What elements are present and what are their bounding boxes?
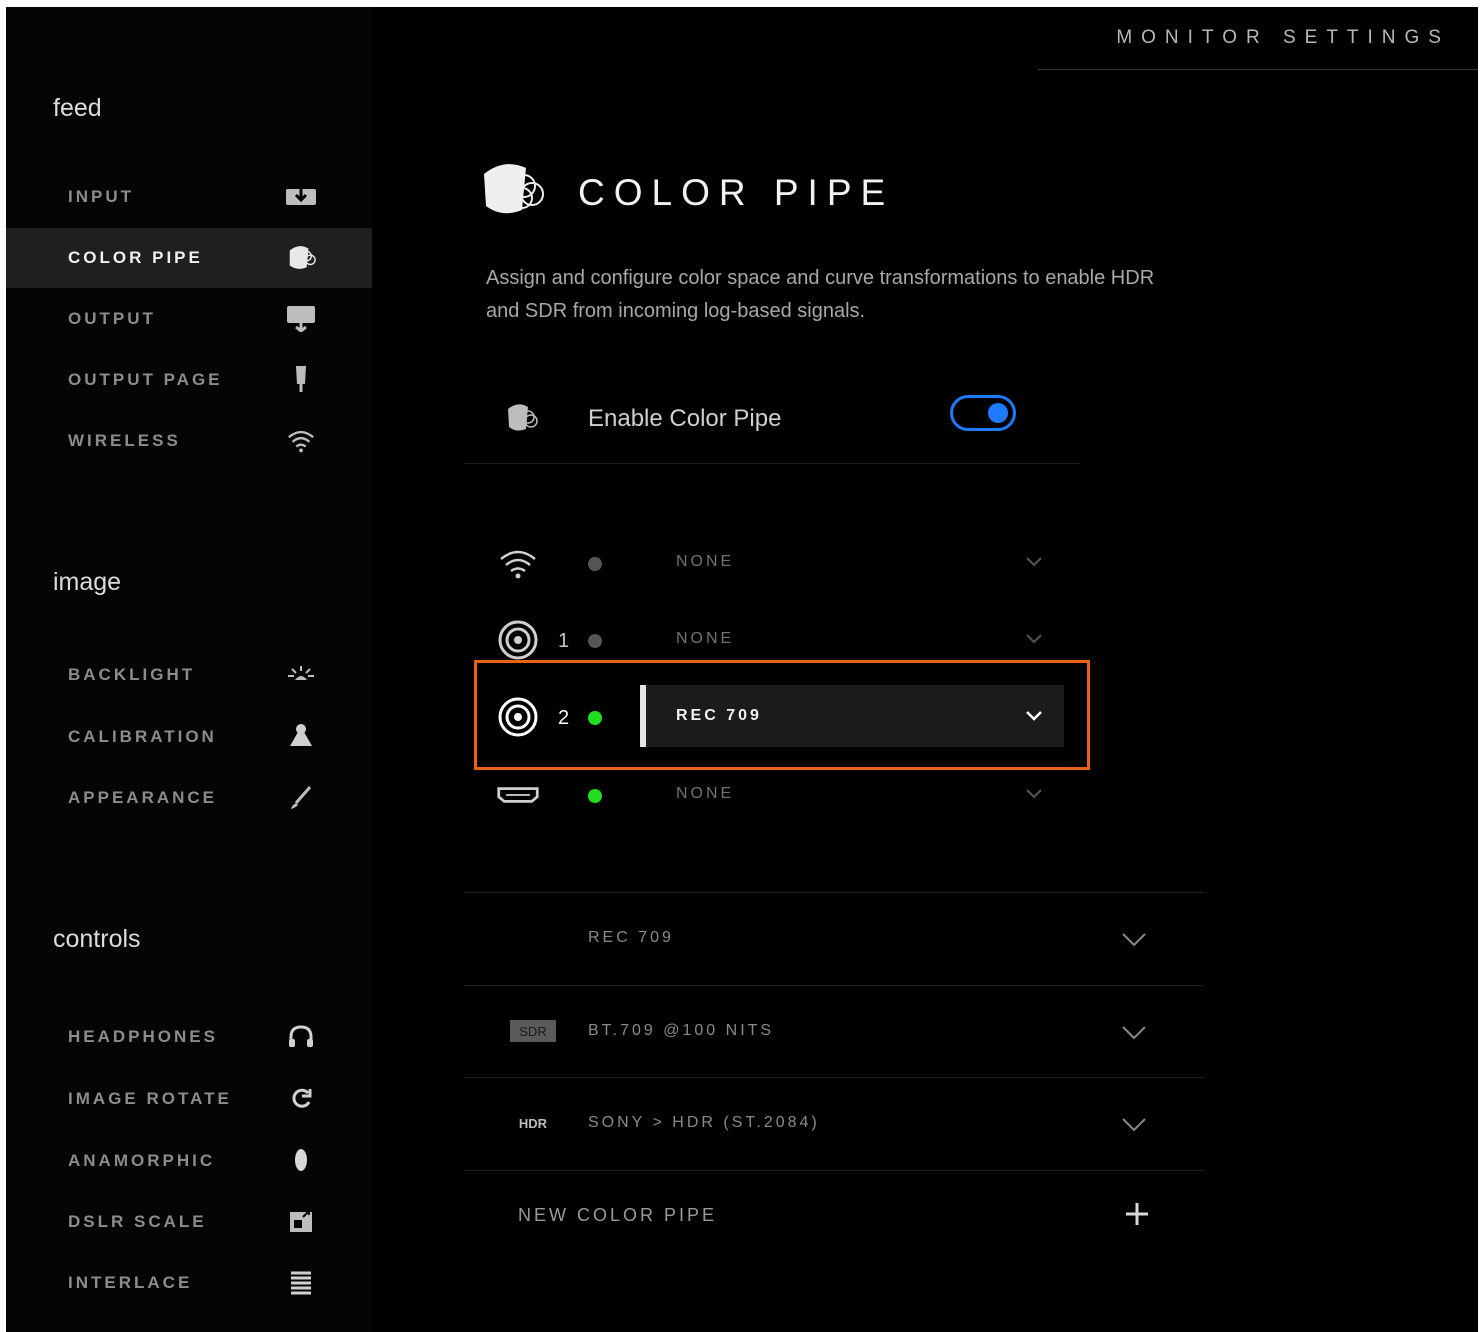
input-number: 1 <box>558 630 570 652</box>
status-dot <box>588 789 602 803</box>
rotate-icon <box>286 1083 316 1113</box>
top-bar: MONITOR SETTINGS <box>1038 7 1478 70</box>
color-pipe-label: REC 709 <box>588 929 674 946</box>
sidebar-item-backlight[interactable]: BACKLIGHT <box>6 645 372 705</box>
plus-icon <box>1126 1203 1148 1225</box>
app-window: MONITOR SETTINGS feed INPUT COLOR PIPE O… <box>6 7 1478 1332</box>
sidebar-item-label: ANAMORPHIC <box>68 1151 216 1170</box>
color-pipe-item[interactable]: REC 709 <box>464 892 1204 985</box>
color-pipe-icon <box>504 399 540 435</box>
chevron-down-icon <box>1026 557 1042 567</box>
chevron-down-icon <box>1026 789 1042 799</box>
wireless-icon <box>286 425 316 455</box>
toggle-knob <box>988 403 1008 423</box>
sidebar-item-appearance[interactable]: APPEARANCE <box>6 768 372 828</box>
sidebar-item-anamorphic[interactable]: ANAMORPHIC <box>6 1131 372 1191</box>
sidebar-item-label: BACKLIGHT <box>68 665 196 684</box>
status-dot <box>588 557 602 571</box>
input-icon <box>286 181 316 211</box>
color-pipe-item[interactable]: HDR SONY > HDR (ST.2084) <box>464 1077 1204 1170</box>
sidebar-item-output[interactable]: OUTPUT <box>6 289 372 349</box>
section-heading-feed: feed <box>53 94 102 122</box>
hdr-badge: HDR <box>518 1115 548 1131</box>
color-pipe-icon <box>286 242 316 272</box>
sidebar-item-label: CALIBRATION <box>68 727 217 746</box>
page-description: Assign and configure color space and cur… <box>486 267 1155 322</box>
sidebar-item-headphones[interactable]: HEADPHONES <box>6 1007 372 1067</box>
sdi-icon <box>496 618 540 662</box>
input-row-wireless: NONE <box>496 531 1066 593</box>
sidebar-item-input[interactable]: INPUT <box>6 167 372 227</box>
color-pipe-item[interactable]: SDR BT.709 @100 NITS <box>464 985 1204 1078</box>
sidebar-item-label: INPUT <box>68 187 134 206</box>
sidebar-item-color-pipe[interactable]: COLOR PIPE <box>6 228 372 288</box>
input-pipe-select[interactable]: NONE <box>640 763 1064 825</box>
section-heading-image: image <box>53 568 122 596</box>
headphones-icon <box>286 1021 316 1051</box>
new-color-pipe-label: NEW COLOR PIPE <box>518 1205 718 1225</box>
output-page-icon <box>286 364 316 394</box>
dslr-scale-icon <box>286 1206 316 1236</box>
chevron-down-icon <box>1122 1026 1146 1040</box>
sidebar-item-dslr-scale[interactable]: DSLR SCALE <box>6 1192 372 1252</box>
sidebar-item-label: WIRELESS <box>68 431 181 450</box>
anamorphic-icon <box>286 1145 316 1175</box>
highlight-box <box>474 660 1090 770</box>
hdmi-icon <box>496 773 540 817</box>
sidebar-item-label: DSLR SCALE <box>68 1212 207 1231</box>
new-color-pipe-button[interactable]: NEW COLOR PIPE <box>464 1170 1204 1263</box>
section-heading-controls: controls <box>53 925 141 953</box>
page-header-title: MONITOR SETTINGS <box>1116 27 1450 48</box>
calibration-icon <box>286 721 316 751</box>
color-pipe-label: SONY > HDR (ST.2084) <box>588 1114 820 1131</box>
color-pipe-label: BT.709 @100 NITS <box>588 1022 775 1039</box>
sidebar-item-wireless[interactable]: WIRELESS <box>6 411 372 471</box>
sidebar-item-label: HEADPHONES <box>68 1027 218 1046</box>
sidebar: feed INPUT COLOR PIPE OUTPUT OUTPUT PAGE <box>6 7 372 1332</box>
enable-color-pipe-label: Enable Color Pipe <box>588 405 782 432</box>
select-value: NONE <box>676 785 735 802</box>
sidebar-item-calibration[interactable]: CALIBRATION <box>6 707 372 767</box>
sidebar-item-interlace[interactable]: INTERLACE <box>6 1253 372 1313</box>
select-value: NONE <box>676 630 735 647</box>
input-pipe-select[interactable]: NONE <box>640 531 1064 593</box>
sidebar-item-label: APPEARANCE <box>68 788 218 807</box>
output-icon <box>286 303 316 333</box>
sidebar-item-output-page[interactable]: OUTPUT PAGE <box>6 350 372 410</box>
appearance-icon <box>286 782 316 812</box>
wifi-icon <box>496 541 540 585</box>
sidebar-item-label: INTERLACE <box>68 1273 193 1292</box>
backlight-icon <box>286 659 316 689</box>
sidebar-item-label: IMAGE ROTATE <box>68 1089 232 1108</box>
chevron-down-icon <box>1122 933 1146 947</box>
chevron-down-icon <box>1122 1118 1146 1132</box>
select-value: NONE <box>676 553 735 570</box>
input-row-hdmi: NONE <box>496 763 1066 825</box>
sidebar-item-label: COLOR PIPE <box>68 248 203 267</box>
interlace-icon <box>286 1267 316 1297</box>
enable-color-pipe-toggle[interactable] <box>950 395 1016 431</box>
chevron-down-icon <box>1026 634 1042 644</box>
sdr-badge: SDR <box>510 1020 556 1042</box>
page-title: COLOR PIPE <box>578 172 895 213</box>
sidebar-item-label: OUTPUT PAGE <box>68 370 223 389</box>
sidebar-item-image-rotate[interactable]: IMAGE ROTATE <box>6 1069 372 1129</box>
enable-color-pipe-row: Enable Color Pipe <box>464 379 1080 464</box>
sidebar-item-label: OUTPUT <box>68 309 156 328</box>
color-pipe-icon <box>478 152 548 222</box>
status-dot <box>588 634 602 648</box>
